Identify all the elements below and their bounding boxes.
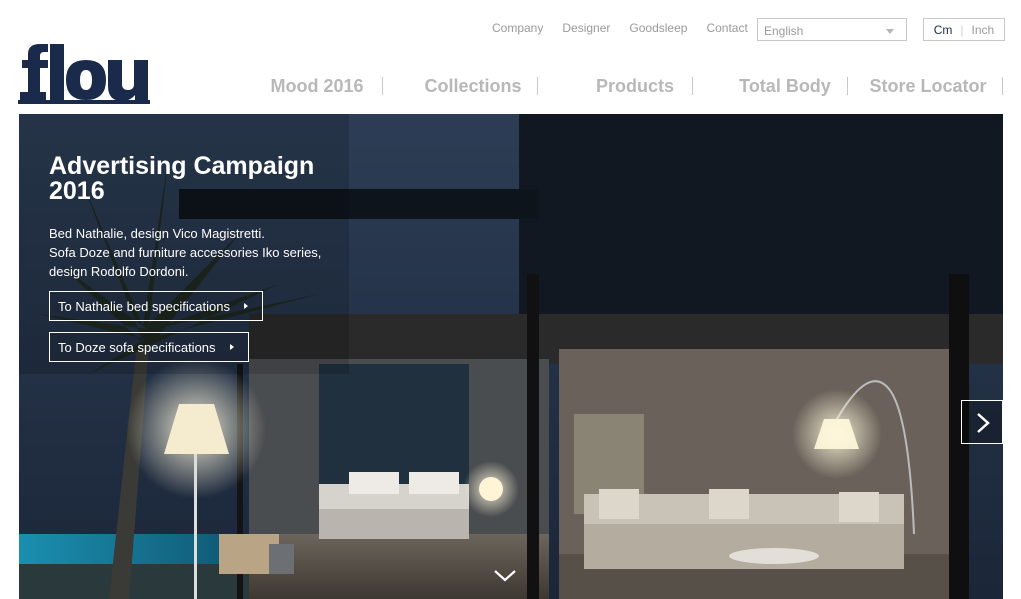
chevron-right-icon [977,413,990,433]
next-slide-button[interactable] [961,400,1003,444]
util-link-designer[interactable]: Designer [562,21,610,35]
language-value: English [764,24,804,38]
cta-label: To Doze sofa specifications [58,339,216,355]
language-select[interactable]: English [757,18,907,41]
scroll-down-button[interactable] [493,568,517,584]
hero-description: Bed Nathalie, design Vico Magistretti. S… [49,224,349,281]
nav-divider [847,77,848,95]
main-nav: Mood 2016 Collections Products Total Bod… [250,75,1010,97]
doze-sofa-specs-button[interactable]: To Doze sofa specifications [49,332,249,362]
chevron-down-icon [494,570,516,582]
nav-item-products[interactable]: Products [568,75,702,97]
nav-item-store-locator[interactable]: Store Locator [860,75,996,97]
unit-cm-button[interactable]: Cm [934,23,953,37]
caret-right-icon [244,303,248,309]
unit-inch-button[interactable]: Inch [972,23,995,37]
flou-logo[interactable] [18,40,150,106]
hero-title: Advertising Campaign 2016 [49,154,349,204]
chevron-down-icon [886,29,894,34]
util-link-company[interactable]: Company [492,21,543,35]
hero-desc-line3: design Rodolfo Dordoni. [49,264,189,279]
logo-wordmark [18,44,150,104]
caret-right-icon [229,344,234,350]
hero-caption: Advertising Campaign 2016 Bed Nathalie, … [49,154,349,281]
cta-label: To Nathalie bed specifications [58,298,230,314]
util-link-contact[interactable]: Contact [706,21,747,35]
unit-separator: | [960,22,964,37]
nav-divider [1002,77,1003,95]
nav-item-collections[interactable]: Collections [406,75,540,97]
hero-desc-line2: Sofa Doze and furniture accessories Iko … [49,245,322,260]
hero-title-line2: 2016 [49,177,105,205]
nathalie-bed-specs-button[interactable]: To Nathalie bed specifications [49,291,263,321]
hero-desc-line1: Bed Nathalie, design Vico Magistretti. [49,226,265,241]
util-link-goodsleep[interactable]: Goodsleep [629,21,687,35]
nav-divider [537,77,538,95]
hero-title-line1: Advertising Campaign [49,152,315,180]
site-header: Company Designer Goodsleep Contact Engli… [0,0,1021,114]
nav-divider [382,77,383,95]
nav-item-mood-2016[interactable]: Mood 2016 [250,75,384,97]
nav-divider [692,77,693,95]
utility-nav: Company Designer Goodsleep Contact [480,21,755,35]
unit-toggle: Cm | Inch [923,18,1005,41]
hero-slider: Advertising Campaign 2016 Bed Nathalie, … [19,114,1003,599]
nav-item-total-body[interactable]: Total Body [720,75,850,97]
